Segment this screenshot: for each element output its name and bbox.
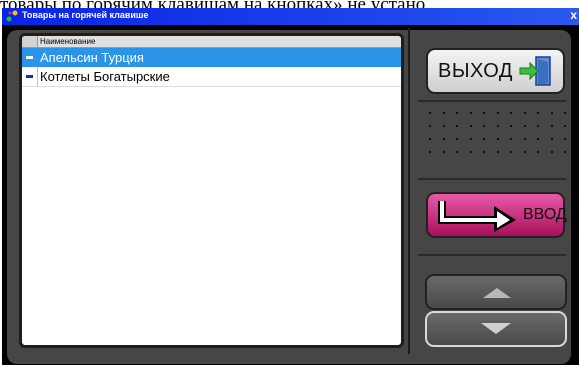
grille-dot bbox=[469, 138, 472, 140]
separator bbox=[418, 178, 566, 180]
grille-dot bbox=[537, 138, 539, 140]
grille-dot bbox=[537, 125, 539, 127]
grille-dot bbox=[523, 112, 526, 114]
scroll-down-button[interactable] bbox=[425, 311, 567, 347]
grille-dot bbox=[510, 138, 512, 140]
grille-dot bbox=[483, 125, 485, 127]
separator bbox=[418, 254, 566, 256]
arrow-down-icon bbox=[481, 323, 511, 334]
grille-dot bbox=[429, 125, 431, 127]
return-arrow-icon bbox=[438, 201, 516, 232]
grille-dot bbox=[496, 112, 499, 114]
column-header-name[interactable]: Наименование bbox=[40, 36, 95, 47]
grille-dot bbox=[456, 138, 458, 140]
scroll-up-button[interactable] bbox=[425, 274, 567, 310]
grille-dot bbox=[496, 151, 499, 153]
title-bar[interactable]: Товары на горячей клавише x bbox=[2, 8, 579, 25]
app-icon bbox=[6, 10, 18, 22]
grille-dot bbox=[537, 112, 539, 114]
grille-dot bbox=[537, 151, 539, 153]
close-button[interactable]: x bbox=[570, 8, 577, 22]
grille-dot bbox=[550, 151, 553, 153]
enter-button-label: ВВОД bbox=[523, 206, 567, 223]
exit-button[interactable]: ВЫХОД bbox=[426, 48, 565, 94]
grille-dot bbox=[442, 112, 445, 114]
grille-dot bbox=[456, 125, 458, 127]
grille-dot bbox=[564, 151, 566, 153]
decorative-dots bbox=[429, 112, 579, 162]
enter-button[interactable]: ВВОД bbox=[426, 192, 567, 238]
grille-dot bbox=[550, 112, 553, 114]
grille-dot bbox=[442, 138, 445, 140]
grille-dot bbox=[564, 125, 566, 127]
exit-button-label: ВЫХОД bbox=[438, 60, 513, 82]
grille-dot bbox=[550, 125, 553, 127]
row-label: Котлеты Богатырские bbox=[40, 69, 170, 84]
door-exit-icon bbox=[519, 56, 551, 86]
grille-dot bbox=[510, 112, 512, 114]
grille-dot bbox=[483, 151, 485, 153]
grille-dot bbox=[483, 138, 485, 140]
row-indicator bbox=[22, 48, 38, 67]
table-row[interactable]: Котлеты Богатырские bbox=[22, 67, 401, 87]
grille-dot bbox=[523, 125, 526, 127]
grille-dot bbox=[442, 125, 445, 127]
grille-dot bbox=[456, 112, 458, 114]
row-indicator bbox=[22, 67, 38, 86]
grille-dot bbox=[550, 138, 553, 140]
grille-dot bbox=[523, 151, 526, 153]
arrow-up-icon bbox=[483, 288, 511, 298]
grille-dot bbox=[469, 151, 472, 153]
grille-dot bbox=[510, 151, 512, 153]
products-grid[interactable]: Наименование Апельсин Турция Котлеты Бог… bbox=[19, 33, 404, 348]
grille-dot bbox=[429, 151, 431, 153]
row-label: Апельсин Турция bbox=[40, 50, 144, 65]
grille-dot bbox=[469, 125, 472, 127]
table-row[interactable]: Апельсин Турция bbox=[22, 48, 401, 67]
grille-dot bbox=[429, 112, 431, 114]
grille-dot bbox=[496, 138, 499, 140]
grille-dot bbox=[469, 112, 472, 114]
separator bbox=[418, 100, 566, 102]
grid-header: Наименование bbox=[22, 36, 401, 48]
grille-dot bbox=[496, 125, 499, 127]
grille-dot bbox=[510, 125, 512, 127]
grille-dot bbox=[523, 138, 526, 140]
grille-dot bbox=[564, 138, 566, 140]
grille-dot bbox=[483, 112, 485, 114]
grille-dot bbox=[564, 112, 566, 114]
grille-dot bbox=[456, 151, 458, 153]
grille-dot bbox=[429, 138, 431, 140]
panel-divider bbox=[408, 28, 410, 354]
grille-dot bbox=[442, 151, 445, 153]
window-title: Товары на горячей клавише bbox=[22, 10, 149, 20]
grid-header-corner bbox=[22, 36, 38, 47]
